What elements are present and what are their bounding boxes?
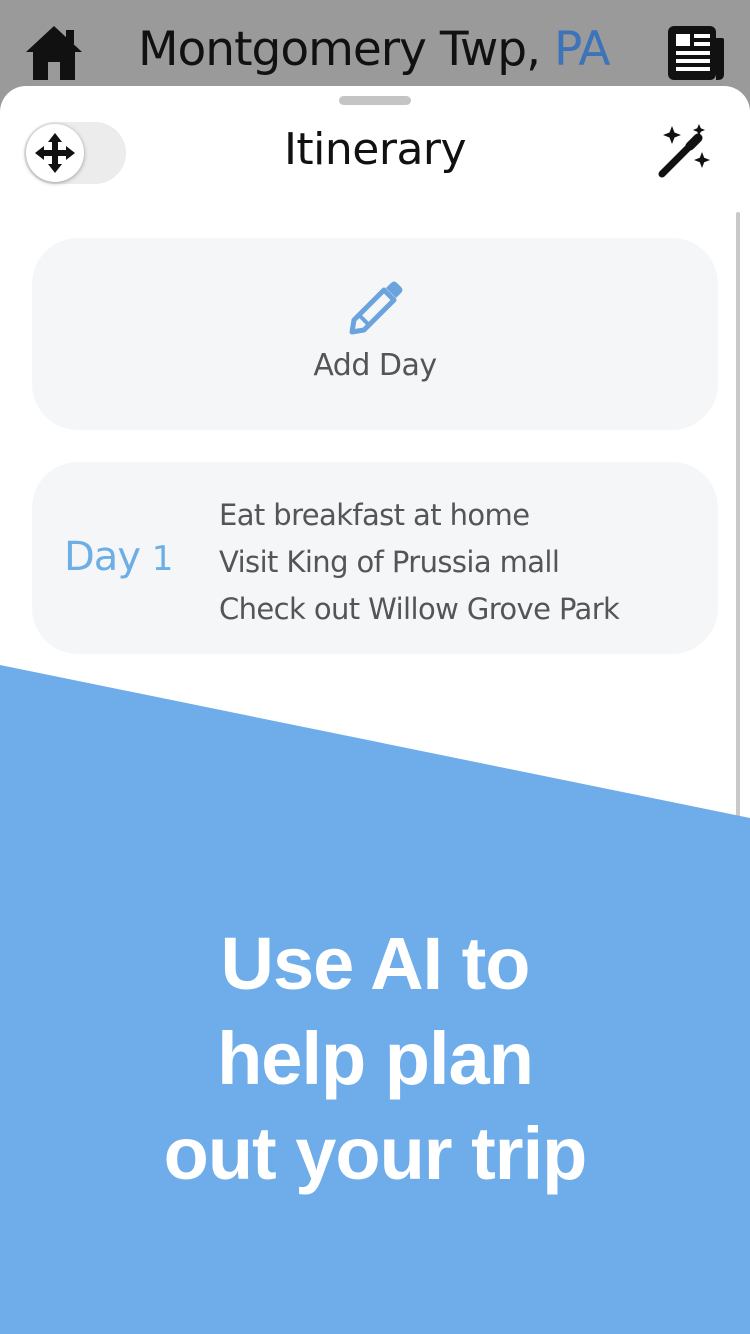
newspaper-icon	[668, 26, 724, 80]
activity-list: Eat breakfast at home Visit King of Prus…	[219, 492, 620, 633]
location-title: Montgomery Twp, PA	[138, 22, 610, 77]
location-city: Montgomery Twp,	[138, 22, 541, 77]
activity-item: Check out Willow Grove Park	[219, 592, 620, 626]
top-bar: Montgomery Twp, PA	[0, 0, 750, 100]
add-day-label: Add Day	[313, 348, 437, 383]
magic-wand-icon	[658, 124, 710, 178]
pencil-icon-wrapper	[348, 280, 404, 336]
home-icon	[26, 26, 82, 80]
day-number: 1	[151, 539, 174, 579]
scrollbar[interactable]	[736, 212, 740, 822]
ai-magic-button[interactable]	[652, 124, 710, 182]
day-card[interactable]: Day 1 Eat breakfast at home Visit King o…	[32, 462, 718, 654]
sheet-title: Itinerary	[283, 124, 467, 175]
home-button[interactable]	[22, 22, 86, 84]
activity-item: Visit King of Prussia mall	[219, 545, 560, 579]
itinerary-sheet: Itinerary Add Day Day 1 Eat breakfast at…	[0, 86, 750, 1334]
news-button[interactable]	[666, 24, 726, 82]
day-label: Day 1	[64, 534, 174, 580]
add-day-card[interactable]: Add Day	[32, 238, 718, 430]
activity-item: Eat breakfast at home	[219, 498, 530, 532]
drag-handle[interactable]	[339, 96, 411, 105]
day-word: Day	[64, 534, 141, 580]
pencil-icon	[349, 281, 403, 335]
location-state: PA	[554, 22, 610, 77]
